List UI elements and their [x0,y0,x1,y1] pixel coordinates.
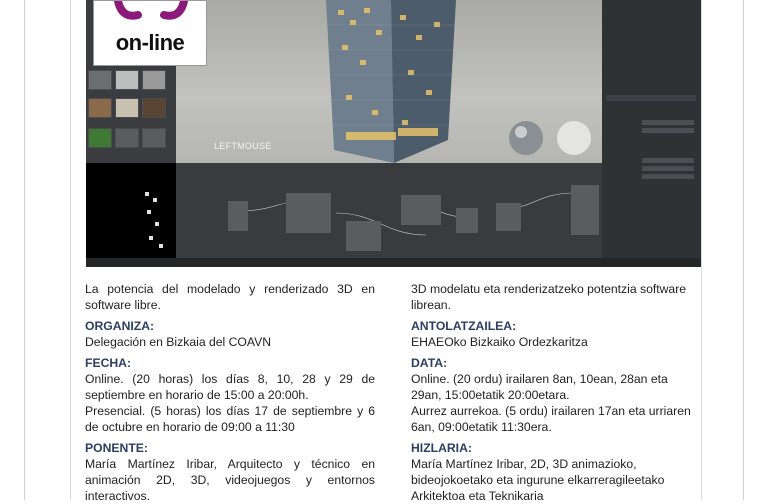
asset-thumbnail [88,98,112,118]
asset-thumbnail [115,98,139,118]
intro-text: 3D modelatu eta renderizatzeko potentzia… [411,282,687,312]
asset-thumbnail [88,128,112,148]
data-heading: DATA: [411,356,448,370]
image-preview [86,163,176,258]
asset-thumbnail [115,70,139,90]
asset-thumbnail [88,70,112,90]
viewport-status-label: LEFTMOUSE [214,141,272,151]
logo-mark-icon [114,1,188,20]
hizlaria-text: María Martínez Iribar, 2D, 3D animazioko… [411,457,665,503]
asset-thumbnail [142,128,166,148]
antolatzailea-heading: ANTOLATZAILEA: [411,319,517,333]
data-aurrez: Aurrez aurrekoa. (5 ordu) irailaren 17an… [411,404,691,434]
fecha-online: Online. (20 horas) los días 8, 10, 28 y … [85,372,375,402]
asset-thumbnail [142,70,166,90]
spanish-column: La potencia del modelado y renderizado 3… [85,281,375,504]
ponente-text: María Martínez Iribar, Arquitecto y técn… [85,457,375,503]
organiza-heading: ORGANIZA: [85,319,155,333]
asset-thumbnail [115,128,139,148]
data-online: Online. (20 ordu) irailaren 8an, 10ean, … [411,372,668,402]
node-editor[interactable] [176,163,602,258]
organiza-text: Delegación en Bizkaia del COAVN [85,335,272,349]
intro-text: La potencia del modelado y renderizado 3… [85,282,375,312]
hizlaria-heading: HIZLARIA: [411,441,472,455]
online-logo: on-line [93,0,207,66]
asset-thumbnail [142,98,166,118]
fecha-heading: FECHA: [85,356,132,370]
antolatzailea-text: EHAEOko Bizkaiko Ordezkaritza [411,335,588,349]
3d-viewport[interactable] [176,0,602,163]
material-spheres [509,121,591,155]
basque-column: 3D modelatu eta renderizatzeko potentzia… [411,281,701,504]
building-render [326,0,456,163]
logo-text: on-line [115,30,185,55]
fecha-presencial: Presencial. (5 horas) los días 17 de sep… [85,404,375,434]
status-bar [86,258,701,267]
properties-panel[interactable] [602,0,701,267]
ponente-heading: PONENTE: [85,441,148,455]
